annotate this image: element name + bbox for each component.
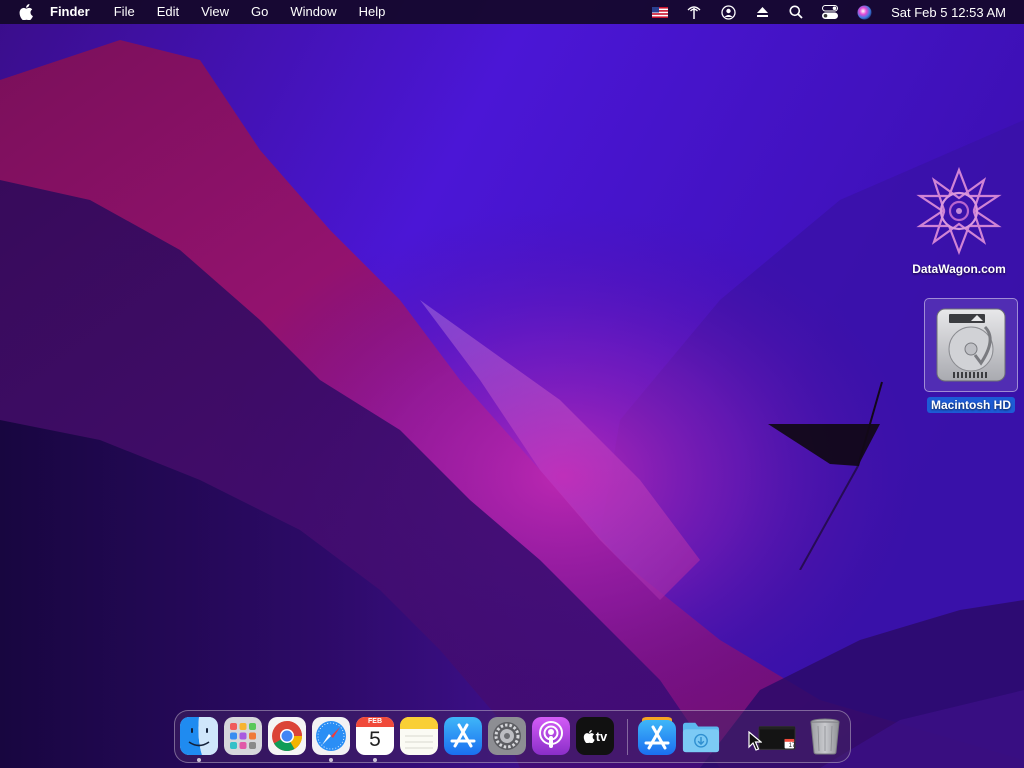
apple-menu-icon[interactable]: [16, 0, 36, 24]
menu-help[interactable]: Help: [348, 0, 397, 24]
control-center-icon[interactable]: [819, 0, 841, 24]
mini-calendar-day: 17: [788, 743, 796, 749]
eject-icon[interactable]: [751, 0, 773, 24]
dock-calendar-icon[interactable]: FEB 5: [356, 717, 394, 755]
dock-app-store-icon[interactable]: [444, 717, 482, 755]
dock-apple-tv-icon[interactable]: tv: [576, 717, 614, 755]
desktop-icon-datawagon[interactable]: DataWagon.com: [900, 166, 1018, 278]
desktop-icon-label: DataWagon.com: [912, 262, 1006, 276]
menu-edit[interactable]: Edit: [146, 0, 190, 24]
dock-finder-icon[interactable]: [180, 717, 218, 755]
dock-notes-icon[interactable]: [400, 717, 438, 755]
antenna-icon[interactable]: [683, 0, 705, 24]
search-icon[interactable]: [785, 0, 807, 24]
dock-app-store-stack-icon[interactable]: [638, 717, 676, 755]
calendar-month: FEB: [356, 717, 394, 727]
dock-launchpad-icon[interactable]: [224, 717, 262, 755]
dark-artifact-shape: [768, 381, 883, 570]
menu-bar: Finder File Edit View Go Window Help Sat…: [0, 0, 1024, 24]
dock-system-preferences-icon[interactable]: [488, 717, 526, 755]
desktop-icon-label: Macintosh HD: [926, 397, 1015, 413]
apple-tv-label: tv: [595, 728, 608, 744]
dock-separator: [627, 719, 628, 755]
dock-chrome-icon[interactable]: [268, 717, 306, 755]
dock-safari-icon[interactable]: [312, 717, 350, 755]
dock-trash-icon[interactable]: [806, 717, 844, 755]
calendar-day: 5: [369, 728, 381, 751]
hard-drive-icon: [936, 308, 1006, 382]
mouse-cursor-icon: [748, 731, 762, 751]
dock-podcasts-icon[interactable]: [532, 717, 570, 755]
menu-file[interactable]: File: [103, 0, 146, 24]
us-flag-icon[interactable]: [649, 0, 671, 24]
icon-selection-box: [924, 298, 1018, 392]
menu-window[interactable]: Window: [279, 0, 347, 24]
menu-app-finder[interactable]: Finder: [50, 0, 101, 24]
user-circle-icon[interactable]: [717, 0, 739, 24]
menubar-clock[interactable]: Sat Feb 5 12:53 AM: [881, 5, 1024, 20]
desktop-icon-macintosh-hd[interactable]: Macintosh HD: [918, 298, 1024, 414]
dock-downloads-folder-icon[interactable]: [682, 717, 720, 755]
dock-screen-thumbnail-icon[interactable]: 17: [758, 725, 796, 751]
running-indicator: [373, 758, 377, 762]
running-indicator: [197, 758, 201, 762]
siri-icon[interactable]: [853, 0, 875, 24]
menu-go[interactable]: Go: [240, 0, 279, 24]
running-indicator: [329, 758, 333, 762]
datawagon-star-icon: [914, 166, 1004, 256]
menu-view[interactable]: View: [190, 0, 240, 24]
